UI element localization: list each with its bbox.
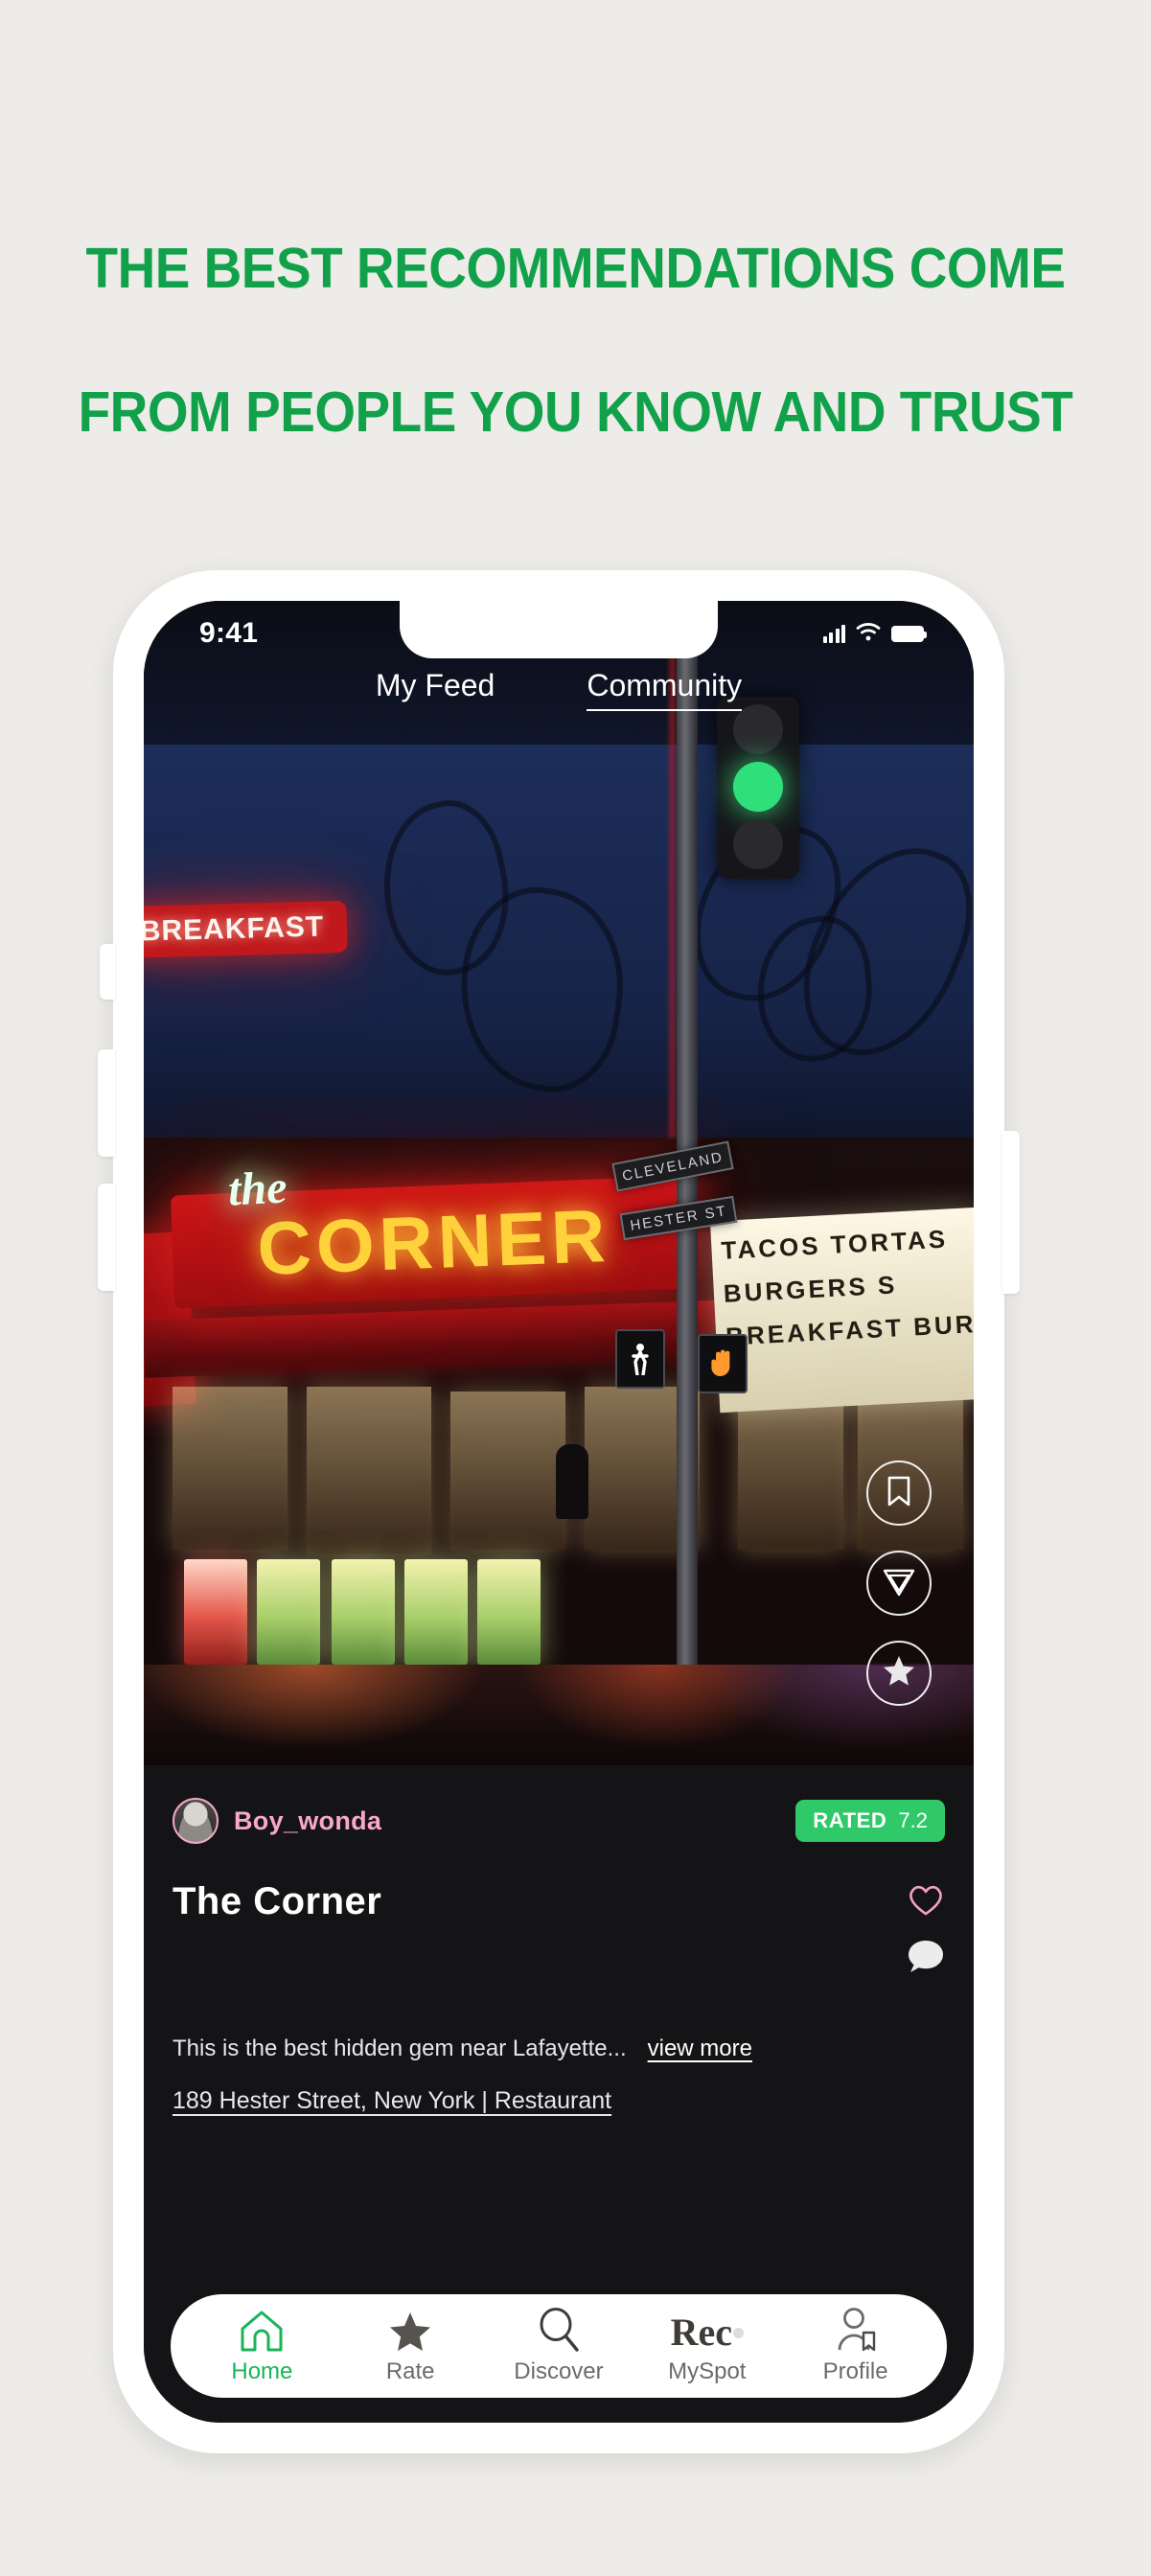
nav-label-home: Home [231, 2358, 293, 2384]
breakfast-neon-sign: BREAKFAST [144, 900, 348, 959]
silent-switch[interactable] [100, 944, 115, 1000]
phone-screen: BREAKFAST CORNER the TACOS TORTAS BURGER… [144, 601, 974, 2423]
status-badge: RATED 7.2 [795, 1800, 945, 1842]
volume-down-button[interactable] [98, 1184, 115, 1291]
phone-notch [400, 601, 718, 658]
nav-label-myspot: MySpot [668, 2358, 747, 2384]
volume-up-button[interactable] [98, 1049, 115, 1157]
shop-window [450, 1392, 565, 1550]
cooler-display [404, 1559, 468, 1665]
nav-item-home[interactable]: Home [195, 2308, 329, 2385]
pedestrian-walk-sign [615, 1329, 665, 1389]
post-address-link[interactable]: 189 Hester Street, New York | Restaurant [173, 2087, 611, 2115]
nav-item-profile[interactable]: Profile [789, 2307, 923, 2385]
username[interactable]: Boy_wonda [234, 1806, 381, 1836]
post-photo[interactable]: BREAKFAST CORNER the TACOS TORTAS BURGER… [144, 601, 974, 1765]
rating-value: 7.2 [898, 1808, 928, 1832]
pedestrian-hand-sign [698, 1334, 748, 1393]
rec-logo-icon: Rec [671, 2308, 744, 2352]
rating-label: RATED [813, 1808, 887, 1832]
neighbor-marquee-board: TACOS TORTAS BURGERS S BREAKFAST BURRIT [709, 1207, 974, 1414]
status-icons [822, 622, 927, 646]
bookmark-icon [886, 1476, 911, 1511]
battery-full-icon [891, 625, 927, 642]
like-button[interactable] [907, 1882, 945, 1921]
tab-community[interactable]: Community [587, 668, 743, 711]
profile-bookmark-icon [834, 2307, 878, 2352]
person-silhouette [556, 1444, 588, 1519]
shop-window [173, 1387, 288, 1550]
bottom-navigation: Home Rate Discover Rec MySpot Profile [171, 2294, 947, 2398]
marquee-line: BURGERS S [723, 1270, 899, 1308]
marquee-line: BREAKFAST BURRIT [725, 1306, 974, 1351]
wet-street [144, 1665, 974, 1765]
page-headline: THE BEST RECOMMENDATIONS COME FROM PEOPL… [40, 161, 1111, 520]
traffic-light-lamp-green [733, 762, 783, 812]
photo-action-buttons [866, 1460, 932, 1706]
feed-tabs: My Feed Community [144, 668, 974, 711]
headline-line-1: THE BEST RECOMMENDATIONS COME [85, 237, 1066, 300]
rec-logo-text: Rec [670, 2310, 732, 2354]
shop-window [307, 1387, 431, 1554]
phone-mockup: BREAKFAST CORNER the TACOS TORTAS BURGER… [98, 570, 1020, 2453]
page-title: The Corner [173, 1880, 382, 1922]
marquee-line: TACOS TORTAS [720, 1224, 949, 1265]
cooler-display [184, 1559, 247, 1665]
power-button[interactable] [1002, 1131, 1020, 1294]
rec-logo-dot [732, 2327, 744, 2338]
star-filled-icon [883, 1655, 915, 1691]
the-neon-sign-text: the [226, 1162, 288, 1216]
nav-label-profile: Profile [822, 2358, 888, 2384]
post-title-row: The Corner [173, 1880, 945, 1980]
nav-label-rate: Rate [385, 2358, 435, 2384]
breakfast-sign-text: BREAKFAST [144, 910, 325, 948]
post-description: This is the best hidden gem near Lafayet… [173, 2036, 627, 2061]
post-header: Boy_wonda RATED 7.2 [173, 1765, 945, 1844]
status-clock: 9:41 [199, 617, 259, 649]
post-description-row: This is the best hidden gem near Lafayet… [173, 2036, 945, 2062]
home-icon [240, 2308, 284, 2352]
traffic-light-lamp [733, 704, 783, 754]
search-icon [538, 2307, 580, 2352]
corner-sign-text: CORNER [255, 1192, 612, 1291]
nav-item-myspot[interactable]: Rec MySpot [640, 2308, 774, 2385]
traffic-light [717, 697, 799, 879]
cooler-display [257, 1559, 320, 1665]
nav-item-discover[interactable]: Discover [492, 2307, 626, 2385]
wifi-icon [856, 622, 881, 646]
share-button[interactable] [866, 1551, 932, 1616]
cooler-display [477, 1559, 541, 1665]
headline-line-2: FROM PEOPLE YOU KNOW AND TRUST [78, 380, 1073, 444]
send-paper-plane-icon [883, 1566, 915, 1601]
traffic-light-lamp [733, 819, 783, 869]
cooler-display [332, 1559, 395, 1665]
tab-my-feed[interactable]: My Feed [376, 668, 495, 711]
rate-button[interactable] [866, 1641, 932, 1706]
cellular-bars-icon [822, 624, 845, 643]
post-side-actions [907, 1882, 945, 1980]
post-author[interactable]: Boy_wonda [173, 1798, 381, 1844]
comment-button[interactable] [907, 1939, 945, 1980]
view-more-link[interactable]: view more [648, 2036, 752, 2062]
bookmark-button[interactable] [866, 1460, 932, 1526]
nav-item-rate[interactable]: Rate [343, 2308, 477, 2385]
avatar[interactable] [173, 1798, 219, 1844]
star-icon [389, 2308, 431, 2352]
nav-label-discover: Discover [514, 2358, 604, 2384]
